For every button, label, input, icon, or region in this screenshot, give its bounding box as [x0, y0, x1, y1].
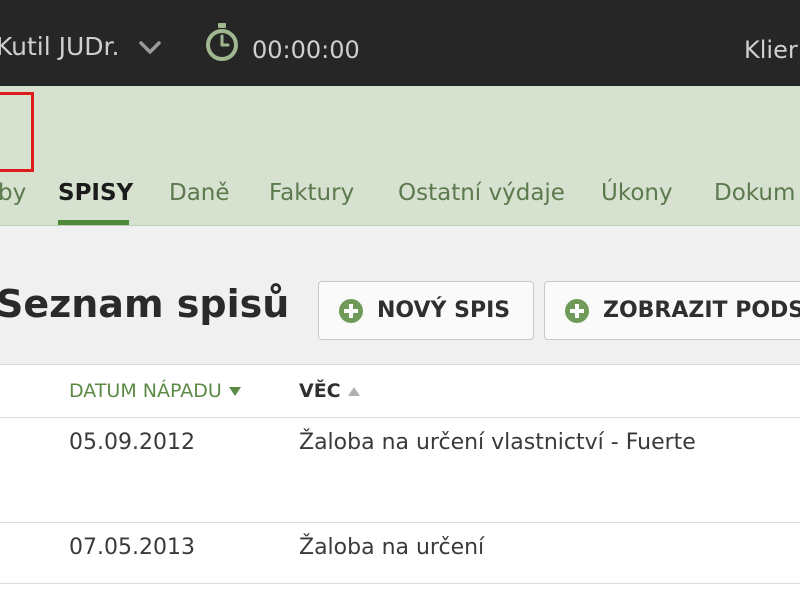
tab-ukony[interactable]: Úkony — [601, 180, 673, 206]
tab-0[interactable]: by — [0, 180, 26, 206]
cell-subject: Žaloba na určení vlastnictví - Fuerte — [299, 430, 696, 455]
clients-link[interactable]: Klier — [744, 36, 798, 64]
plus-circle-icon — [339, 298, 363, 323]
sort-desc-icon — [228, 387, 241, 396]
active-tab-indicator — [58, 220, 129, 225]
cell-date: 07.05.2013 — [69, 535, 195, 560]
page-title: Seznam spisů — [0, 282, 290, 326]
tab-dane[interactable]: Daně — [169, 180, 230, 206]
new-spis-label: NOVÝ SPIS — [377, 298, 511, 323]
table-row[interactable]: 05.09.2012 Žaloba na určení vlastnictví … — [0, 418, 800, 523]
cell-date: 05.09.2012 — [69, 430, 195, 455]
table-header: DATUM NÁPADU VĚC — [0, 365, 800, 418]
app-window: Kutil JUDr. 00:00:00 Klier by SPISY Daně… — [0, 0, 800, 600]
spis-table: DATUM NÁPADU VĚC 05.09.2012 Žaloba na ur… — [0, 364, 800, 600]
column-header-datum-napadu[interactable]: DATUM NÁPADU — [69, 380, 242, 402]
plus-circle-icon — [565, 298, 589, 323]
stopwatch-icon[interactable] — [204, 22, 240, 62]
show-subspis-label: ZOBRAZIT PODS — [603, 298, 800, 323]
table-row[interactable]: 07.05.2013 Žaloba na určení — [0, 523, 800, 584]
tab-faktury[interactable]: Faktury — [269, 180, 354, 206]
nav-band: by SPISY Daně Faktury Ostatní výdaje Úko… — [0, 86, 800, 226]
sort-asc-icon — [347, 387, 360, 396]
column-header-vec[interactable]: VĚC — [299, 380, 361, 402]
timer-display: 00:00:00 — [252, 36, 360, 64]
chevron-down-icon[interactable] — [138, 40, 162, 56]
tab-ostatni-vydaje[interactable]: Ostatní výdaje — [398, 180, 565, 206]
logo-placeholder[interactable] — [0, 92, 34, 172]
user-name[interactable]: Kutil JUDr. — [0, 32, 120, 61]
cell-subject: Žaloba na určení — [299, 535, 485, 560]
tab-spisy[interactable]: SPISY — [58, 180, 133, 206]
show-subspis-button[interactable]: ZOBRAZIT PODS — [544, 281, 800, 340]
new-spis-button[interactable]: NOVÝ SPIS — [318, 281, 534, 340]
top-bar: Kutil JUDr. 00:00:00 Klier — [0, 0, 800, 86]
tab-dokumenty[interactable]: Dokum — [714, 180, 795, 206]
